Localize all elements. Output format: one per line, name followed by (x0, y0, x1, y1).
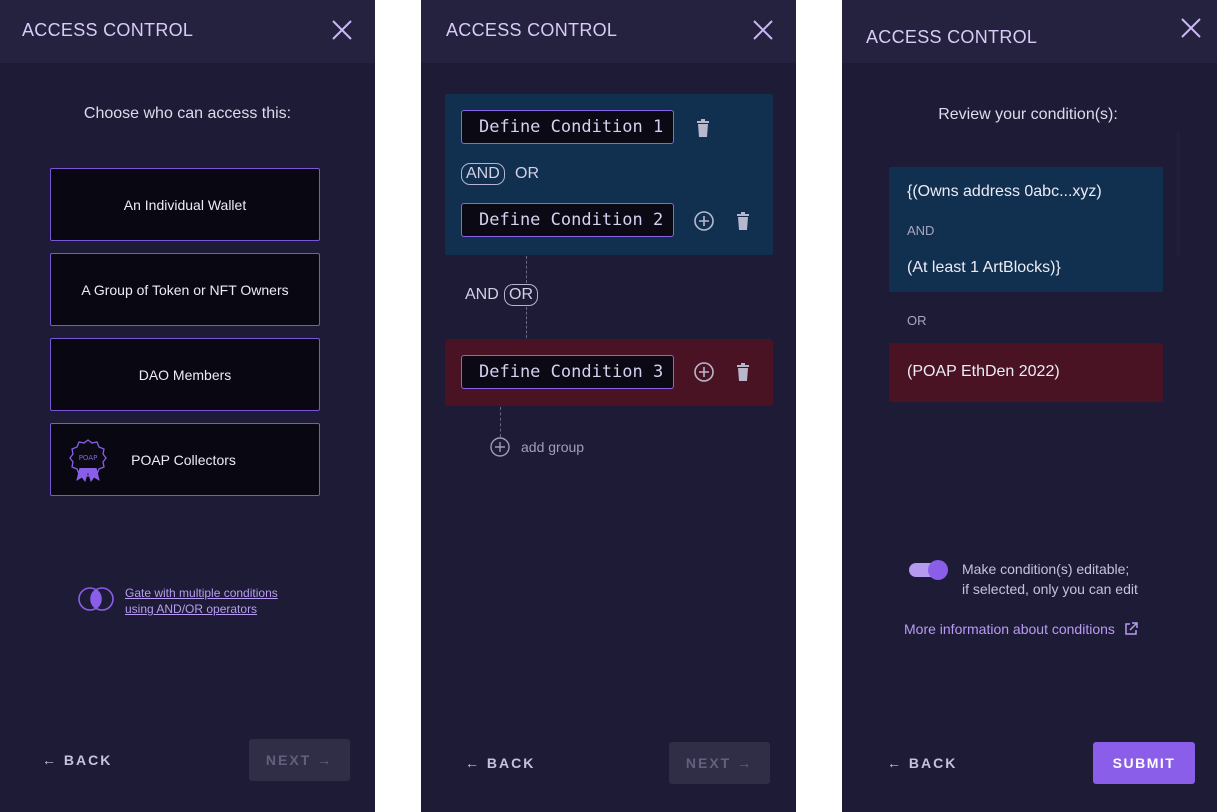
condition-1-field[interactable]: Define Condition 1 (461, 110, 674, 144)
option-token-nft-owners[interactable]: A Group of Token or NFT Owners (50, 253, 320, 326)
header-title: ACCESS CONTROL (866, 27, 1038, 47)
option-poap-collectors[interactable]: POAP POAP Collectors (50, 423, 320, 496)
next-button[interactable]: NEXT → (249, 739, 350, 781)
condition-group-1: Define Condition 1 AND OR Define Conditi… (445, 94, 773, 255)
outer-or-toggle-selected[interactable]: OR (504, 284, 538, 306)
back-button[interactable]: ← BACK (42, 752, 112, 768)
add-group-label: add group (521, 439, 585, 455)
trash-icon[interactable] (733, 362, 753, 382)
option-label: POAP Collectors (131, 451, 236, 468)
gate-link-line2: using AND/OR operators (125, 602, 258, 616)
connector-line (500, 407, 501, 437)
close-icon[interactable] (753, 20, 773, 40)
panel-define-conditions: ACCESS CONTROL Define Condition 1 AND OR… (421, 0, 796, 812)
review-group-1: {(Owns address 0abc...xyz) AND (At least… (889, 167, 1163, 292)
review-group-2: (POAP EthDen 2022) (889, 343, 1163, 402)
header-title: ACCESS CONTROL (446, 20, 618, 40)
editable-toggle-label: Make condition(s) editable; if selected,… (962, 561, 1138, 597)
header: ACCESS CONTROL (0, 0, 375, 63)
external-link-icon (1125, 622, 1138, 635)
scrollbar[interactable] (1177, 133, 1180, 255)
next-button[interactable]: NEXT → (669, 742, 770, 784)
back-button[interactable]: ← BACK (887, 755, 957, 771)
header: ACCESS CONTROL (421, 0, 796, 63)
review-condition-3: (POAP EthDen 2022) (907, 363, 1060, 380)
add-group-button[interactable]: add group (490, 437, 584, 457)
editable-toggle[interactable] (908, 560, 948, 580)
review-and: AND (907, 223, 935, 238)
connector-line (526, 307, 527, 338)
review-condition-2: (At least 1 ArtBlocks)} (907, 259, 1061, 276)
venn-icon (78, 585, 115, 618)
poap-badge-text: POAP (79, 454, 98, 462)
back-button[interactable]: ← BACK (465, 755, 535, 771)
panel-choose-access: ACCESS CONTROL Choose who can access thi… (0, 0, 375, 812)
connector-line (526, 256, 527, 283)
option-dao-members[interactable]: DAO Members (50, 338, 320, 411)
header: ACCESS CONTROL (842, 0, 1217, 63)
more-info-link[interactable]: More information about conditions (904, 621, 1138, 637)
or-toggle[interactable]: OR (515, 165, 539, 183)
option-label: DAO Members (138, 366, 232, 383)
close-icon[interactable] (1181, 18, 1201, 38)
review-condition-1: {(Owns address 0abc...xyz) (907, 183, 1102, 200)
condition-2-field[interactable]: Define Condition 2 (461, 203, 674, 237)
option-individual-wallet[interactable]: An Individual Wallet (50, 168, 320, 241)
add-circle-icon (490, 437, 510, 457)
panel-review-conditions: ACCESS CONTROL Review your condition(s):… (842, 0, 1217, 812)
outer-and-toggle[interactable]: AND (465, 286, 499, 304)
prompt: Review your condition(s): (938, 106, 1118, 123)
option-label: An Individual Wallet (123, 196, 247, 213)
prompt: Choose who can access this: (83, 105, 292, 122)
add-circle-icon[interactable] (694, 362, 714, 382)
and-toggle-selected[interactable]: AND (461, 163, 505, 185)
condition-3-field[interactable]: Define Condition 3 (461, 355, 674, 389)
close-icon[interactable] (332, 20, 352, 40)
header-title: ACCESS CONTROL (22, 20, 194, 40)
submit-button[interactable]: SUBMIT (1093, 742, 1195, 784)
gate-link-line1: Gate with multiple conditions (125, 586, 278, 600)
trash-icon[interactable] (693, 118, 713, 138)
poap-badge-icon: POAP (69, 438, 107, 483)
gate-multiple-conditions-link[interactable]: Gate with multiple conditions using AND/… (78, 585, 278, 618)
review-or: OR (907, 313, 927, 328)
condition-group-2: Define Condition 3 (445, 339, 773, 406)
add-circle-icon[interactable] (694, 211, 714, 231)
trash-icon[interactable] (733, 211, 753, 231)
option-label: A Group of Token or NFT Owners (81, 281, 289, 298)
